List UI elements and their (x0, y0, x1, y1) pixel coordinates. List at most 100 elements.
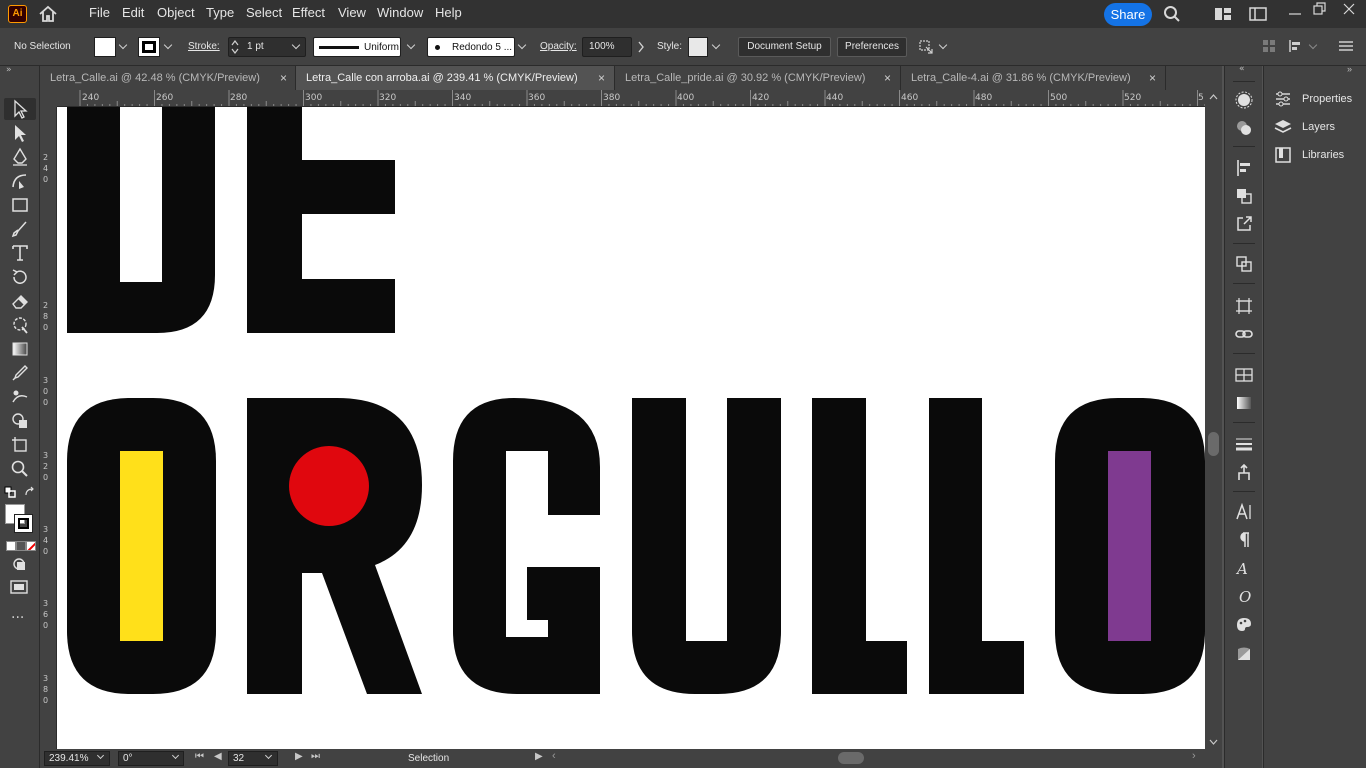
minimize-icon[interactable] (1288, 7, 1302, 21)
vertical-scrollbar[interactable] (1205, 90, 1222, 749)
expand-icon[interactable]: » (1347, 64, 1352, 74)
status-menu-icon[interactable]: ▶ (535, 751, 543, 762)
type-tool-icon[interactable] (10, 243, 30, 263)
vertical-ruler[interactable]: 240 280 300 320 340 360 380 (40, 107, 57, 749)
home-icon[interactable] (38, 5, 58, 23)
scroll-left-icon[interactable]: ‹ (552, 750, 556, 762)
menu-type[interactable]: Type (206, 5, 234, 20)
close-icon[interactable]: × (598, 66, 605, 90)
color-icon[interactable] (1235, 119, 1253, 137)
brushes-icon[interactable] (1235, 463, 1253, 481)
opacity-field[interactable]: 100% (582, 37, 632, 57)
share-button[interactable]: Share (1104, 3, 1152, 26)
appearance-icon[interactable] (1235, 644, 1253, 662)
selection-tool-icon[interactable] (10, 99, 30, 119)
chevron-down-icon[interactable] (517, 40, 527, 50)
tab-letra-calle[interactable]: Letra_Calle.ai @ 42.48 % (CMYK/Preview) … (40, 66, 296, 90)
direct-selection-tool-icon[interactable] (10, 123, 30, 143)
graphic-styles-icon[interactable] (1235, 615, 1253, 633)
rotate-tool-icon[interactable] (10, 267, 30, 287)
chevron-right-icon[interactable] (637, 41, 645, 53)
gradient-panel-icon[interactable] (1235, 394, 1253, 412)
color-guide-icon[interactable] (1235, 91, 1253, 109)
transform-panel-icon[interactable] (1235, 255, 1253, 273)
workspace-icon[interactable] (1249, 7, 1267, 21)
chevron-down-icon[interactable] (711, 40, 721, 50)
restore-icon[interactable] (1313, 2, 1327, 16)
swap-colors-icon[interactable] (24, 486, 36, 498)
close-icon[interactable] (1342, 2, 1356, 16)
pathfinder-icon[interactable] (1235, 187, 1253, 205)
close-icon[interactable]: × (280, 66, 287, 90)
character-styles-icon[interactable]: A (1235, 559, 1253, 577)
scroll-right-icon[interactable]: › (1192, 750, 1196, 762)
distribute-icon[interactable] (1288, 39, 1304, 53)
document-setup-button[interactable]: Document Setup (738, 37, 831, 57)
align-icon[interactable] (917, 38, 935, 56)
stroke-color-swatch[interactable] (14, 514, 33, 533)
gradient-tool-icon[interactable] (10, 339, 30, 359)
horizontal-ruler[interactable]: 240 260 280 300 320 340 360 380 400 420 … (57, 90, 1205, 107)
links-icon[interactable] (1235, 325, 1253, 343)
color-mode-icon[interactable] (6, 541, 16, 551)
close-icon[interactable]: × (884, 66, 891, 90)
export-icon[interactable] (1235, 215, 1253, 233)
ruler-origin[interactable] (40, 90, 57, 107)
stepper-icon[interactable] (231, 39, 239, 55)
eyedropper-tool-icon[interactable] (10, 363, 30, 383)
tab-letra-calle-4[interactable]: Letra_Calle-4.ai @ 31.86 % (CMYK/Preview… (901, 66, 1166, 90)
menu-object[interactable]: Object (157, 5, 195, 20)
style-swatch[interactable] (688, 37, 708, 57)
artboard-canvas[interactable] (57, 107, 1205, 749)
preferences-button[interactable]: Preferences (837, 37, 907, 57)
character-icon[interactable] (1235, 503, 1253, 521)
menu-effect[interactable]: Effect (292, 5, 325, 20)
screen-mode-icon[interactable] (10, 580, 28, 594)
shape-builder-tool-icon[interactable] (10, 411, 30, 431)
stroke-swatch[interactable] (138, 37, 160, 57)
word-de[interactable] (67, 107, 395, 333)
scroll-thumb[interactable] (1208, 432, 1219, 456)
paintbrush-tool-icon[interactable] (10, 219, 30, 239)
next-artboard-icon[interactable]: ▶ (295, 751, 303, 762)
rectangle-tool-icon[interactable] (10, 195, 30, 215)
tab-letra-calle-arroba[interactable]: Letra_Calle con arroba.ai @ 239.41 % (CM… (296, 66, 615, 90)
menu-window[interactable]: Window (377, 5, 423, 20)
stroke-label[interactable]: Stroke: (188, 41, 220, 52)
arrange-documents-icon[interactable] (1214, 7, 1232, 21)
menu-view[interactable]: View (338, 5, 366, 20)
chevron-down-icon[interactable] (163, 40, 173, 50)
align-panel-icon[interactable] (1235, 159, 1253, 177)
artboard-tool-icon[interactable] (10, 435, 30, 455)
panel-properties[interactable]: Properties (1274, 89, 1364, 109)
chevron-down-icon[interactable] (118, 40, 128, 50)
scroll-up-icon[interactable] (1209, 94, 1218, 100)
artboards-icon[interactable] (1235, 297, 1253, 315)
panel-layers[interactable]: Layers (1274, 117, 1364, 137)
menu-file[interactable]: File (89, 5, 110, 20)
eraser-tool-icon[interactable] (10, 291, 30, 311)
word-orgullo[interactable] (67, 398, 1205, 694)
menu-help[interactable]: Help (435, 5, 462, 20)
opacity-label[interactable]: Opacity: (540, 41, 577, 52)
paragraph-icon[interactable] (1235, 531, 1253, 549)
menu-select[interactable]: Select (246, 5, 282, 20)
blend-tool-icon[interactable] (10, 387, 30, 407)
brush-dropdown[interactable]: Redondo 5 ... (427, 37, 515, 57)
chevron-down-icon[interactable] (406, 40, 416, 50)
none-mode-icon[interactable] (26, 541, 36, 551)
previous-artboard-icon[interactable]: ◀ (214, 751, 222, 762)
horizontal-scroll-thumb[interactable] (838, 752, 864, 764)
first-artboard-icon[interactable]: ⏮ (195, 751, 204, 762)
stroke-profile-dropdown[interactable]: Uniform (313, 37, 401, 57)
more-tools-icon[interactable]: ··· (11, 610, 24, 626)
tab-letra-calle-pride[interactable]: Letra_Calle_pride.ai @ 30.92 % (CMYK/Pre… (615, 66, 901, 90)
search-icon[interactable] (1163, 5, 1181, 23)
collapse-icon[interactable]: « (1239, 64, 1245, 74)
collapse-icon[interactable]: » (6, 65, 12, 75)
warp-tool-icon[interactable] (10, 315, 30, 335)
scroll-down-icon[interactable] (1209, 739, 1218, 745)
transform-icon[interactable] (1262, 39, 1276, 53)
default-colors-icon[interactable] (4, 486, 16, 498)
stroke-panel-icon[interactable] (1235, 435, 1253, 453)
